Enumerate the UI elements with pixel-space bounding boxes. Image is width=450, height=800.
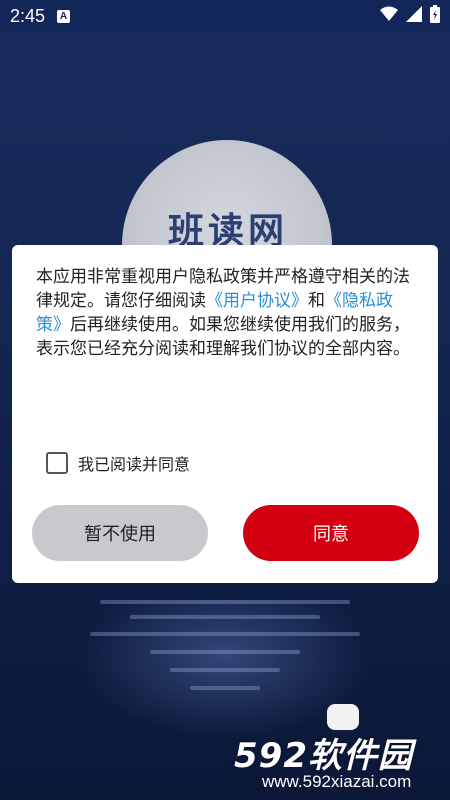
privacy-dialog: 本应用非常重视用户隐私政策并严格遵守相关的法律规定。请您仔细阅读《用户协议》和《… [12, 245, 438, 583]
agree-checkbox[interactable] [46, 452, 68, 474]
watermark-url: www.592xiazai.com [262, 772, 412, 791]
decline-button[interactable]: 暂不使用 [32, 505, 208, 561]
wave-line [100, 600, 350, 604]
wave-line [130, 615, 320, 619]
agree-checkbox-label[interactable]: 我已阅读并同意 [78, 451, 190, 475]
notice-text-part2: 后再继续使用。如果您继续使用我们的服务，表示您已经充分阅读和理解我们协议的全部内… [36, 315, 410, 359]
watermark-logo: 592软件园 [234, 736, 413, 776]
wave-line [150, 650, 300, 654]
battery-icon [430, 5, 440, 27]
status-time: 2:45 [10, 5, 46, 26]
notice-text-and: 和 [308, 291, 325, 311]
wifi-icon [380, 6, 398, 26]
watermark: 592软件园 www.592xiazai.com [222, 728, 450, 800]
a-icon: A [57, 9, 71, 23]
privacy-notice-text: 本应用非常重视用户隐私政策并严格遵守相关的法律规定。请您仔细阅读《用户协议》和《… [36, 265, 414, 361]
signal-icon [406, 6, 422, 26]
wave-line [190, 686, 260, 690]
user-agreement-link[interactable]: 《用户协议》 [206, 291, 308, 311]
status-icons [380, 5, 440, 27]
wave-line [90, 632, 360, 636]
accept-button[interactable]: 同意 [243, 505, 419, 561]
status-bar: 2:45 A [0, 0, 450, 32]
gamepad-mascot-icon [327, 704, 359, 730]
wave-line [170, 668, 280, 672]
agree-checkbox-row[interactable]: 我已阅读并同意 [46, 451, 190, 475]
